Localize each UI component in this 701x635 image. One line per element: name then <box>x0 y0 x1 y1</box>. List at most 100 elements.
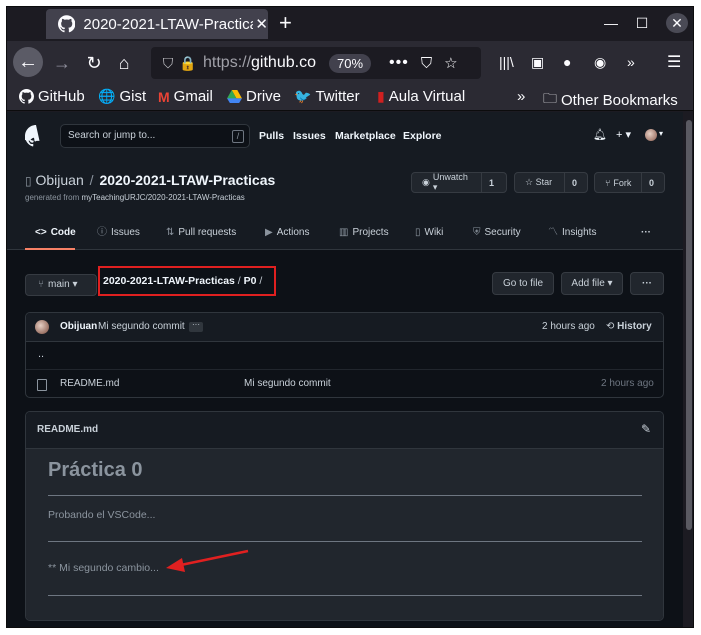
url-bar[interactable]: ⛉ 🔒 https://github.co 70% ••• ⛉ ☆ <box>151 47 481 79</box>
page-scrollbar[interactable] <box>683 112 693 627</box>
template-repo-link[interactable]: myTeachingURJC/2020-2021-LTAW-Practicas <box>81 193 244 202</box>
account-icon[interactable]: ● <box>563 54 571 70</box>
other-bookmarks[interactable]: 🗀 Other Bookmarks <box>543 88 678 112</box>
url-text[interactable]: https://github.co <box>203 54 325 72</box>
branch-selector[interactable]: ⑂ main ▾ <box>25 274 97 296</box>
tab-security[interactable]: ⛨ Security <box>473 222 521 250</box>
bookmark-drive[interactable]: Drive <box>227 88 281 105</box>
play-icon: ▶ <box>265 227 273 238</box>
tab-issues[interactable]: ⓘ Issues <box>97 222 140 250</box>
divider <box>48 595 642 596</box>
add-file-button[interactable]: Add file ▾ <box>561 272 623 295</box>
history-link[interactable]: ⟲ History <box>606 321 652 332</box>
lock-icon[interactable]: 🔒 <box>179 55 197 72</box>
url-protocol: https:// <box>203 54 252 71</box>
github-icon <box>19 89 34 104</box>
go-to-file-button[interactable]: Go to file <box>492 272 554 295</box>
minimize-button[interactable]: — <box>600 13 622 33</box>
bookmark-twitter[interactable]: 🐦 Twitter <box>294 88 360 105</box>
home-button[interactable]: ⌂ <box>111 50 137 76</box>
star-button[interactable]: ☆ Star 0 <box>514 172 588 193</box>
repository-tabs: <> Code ⓘ Issues ⇅ Pull requests ▶ Actions ▥… <box>7 222 683 250</box>
nav-issues[interactable]: Issues <box>293 130 326 142</box>
nav-explore[interactable]: Explore <box>403 130 442 142</box>
close-window-button[interactable]: ✕ <box>666 13 688 33</box>
tab-close-icon[interactable]: ✕ <box>255 15 268 33</box>
new-tab-button[interactable]: + <box>279 9 292 37</box>
reload-button[interactable]: ↻ <box>81 50 107 76</box>
tab-actions[interactable]: ▶ Actions <box>265 222 310 250</box>
hamburger-menu-icon[interactable]: ☰ <box>667 52 681 72</box>
divider <box>48 541 642 542</box>
github-logo-icon[interactable] <box>25 125 47 147</box>
tab-insights[interactable]: 〽 Insights <box>548 222 596 250</box>
file-name-link[interactable]: README.md <box>60 378 119 389</box>
tab-code[interactable]: <> Code <box>25 222 76 250</box>
bookmark-github[interactable]: GitHub <box>19 88 85 105</box>
unwatch-button[interactable]: ◉ Unwatch ▾ 1 <box>411 172 507 193</box>
github-icon <box>58 15 76 33</box>
navigation-toolbar: ← → ↻ ⌂ ⛉ 🔒 https://github.co 70% ••• ⛉ … <box>7 41 693 85</box>
readme-header: README.md ✎ <box>26 412 663 449</box>
browser-tab[interactable]: 2020-2021-LTAW-Practicas ✕ <box>46 9 268 39</box>
file-commit-message-link[interactable]: Mi segundo commit <box>244 378 331 389</box>
readme-paragraph: ** Mi segundo cambio... <box>48 562 159 574</box>
scrollbar-thumb[interactable] <box>686 120 692 530</box>
tab-projects[interactable]: ▥ Projects <box>339 222 389 250</box>
shield-icon[interactable]: ⛉ <box>159 55 177 72</box>
readme-body: Práctica 0 Probando el VSCode... ** Mi s… <box>26 449 663 620</box>
table-row[interactable]: README.md Mi segundo commit 2 hours ago <box>26 370 663 397</box>
shield-icon: ⛨ <box>473 227 481 238</box>
tab-wiki[interactable]: ▯ Wiki <box>415 222 443 250</box>
overflow-menu-icon[interactable]: » <box>627 54 635 70</box>
page-actions-menu[interactable]: ••• <box>389 54 409 72</box>
edit-pencil-icon[interactable]: ✎ <box>641 422 651 436</box>
bookmark-label: Drive <box>246 88 282 105</box>
bookmarks-overflow-button[interactable]: » <box>517 88 525 105</box>
annotation-arrow-icon <box>166 549 249 572</box>
star-label: ☆ Star <box>515 173 565 192</box>
bookmark-gist[interactable]: 🌐 Gist <box>98 88 146 105</box>
commit-expand-button[interactable]: ··· <box>189 321 203 332</box>
url-host: github.co <box>251 54 316 71</box>
commit-message-link[interactable]: Mi segundo commit <box>98 321 185 332</box>
avatar-chevron-down-icon[interactable]: ▾ <box>659 129 663 138</box>
avatar[interactable] <box>35 320 49 334</box>
tab-pull-requests[interactable]: ⇅ Pull requests <box>166 222 236 250</box>
sidebar-icon[interactable]: ▣ <box>531 54 544 71</box>
bookmark-star-icon[interactable]: ☆ <box>444 54 457 72</box>
tabs-more-button[interactable]: ··· <box>641 222 651 250</box>
tab-title: 2020-2021-LTAW-Practicas <box>83 15 254 33</box>
github-search-input[interactable]: Search or jump to... / <box>60 124 250 148</box>
bookmark-gmail[interactable]: M Gmail <box>158 88 213 105</box>
forward-button[interactable]: → <box>49 50 75 76</box>
notifications-bell-icon[interactable]: 🔔︎ <box>593 128 607 141</box>
unwatch-text: Unwatch ▾ <box>432 172 468 192</box>
readme-heading: Práctica 0 <box>48 459 143 481</box>
file-icon <box>37 379 47 391</box>
book-icon: ▯ <box>415 227 421 238</box>
more-options-button[interactable]: ··· <box>630 272 664 295</box>
graph-icon: 〽 <box>548 227 558 238</box>
maximize-button[interactable]: ☐ <box>631 13 653 33</box>
repo-owner-link[interactable]: Obijuan <box>36 172 84 188</box>
user-avatar[interactable] <box>645 129 657 141</box>
issue-icon: ⓘ <box>97 227 107 238</box>
nav-marketplace[interactable]: Marketplace <box>335 130 396 142</box>
breadcrumb-repo-link[interactable]: 2020-2021-LTAW-Practicas <box>103 275 235 287</box>
repo-icon: ▯ <box>25 174 32 188</box>
pocket-icon[interactable]: ⛉ <box>421 55 432 72</box>
fork-button[interactable]: ⑂ Fork 0 <box>594 172 665 193</box>
parent-directory-link[interactable]: .. <box>26 342 663 370</box>
nav-pulls[interactable]: Pulls <box>259 130 284 142</box>
bookmark-label: GitHub <box>38 88 85 105</box>
repo-name-link[interactable]: 2020-2021-LTAW-Practicas <box>99 172 275 188</box>
library-icon[interactable]: |||\ <box>499 54 514 70</box>
bookmark-aula-virtual[interactable]: ▮ Aula Virtual <box>377 88 465 105</box>
create-new-menu[interactable]: + ▾ <box>616 128 631 141</box>
readme-title: README.md <box>37 424 99 435</box>
commit-author-link[interactable]: Obijuan <box>60 321 97 332</box>
github-extension-icon[interactable]: ◉ <box>594 54 606 71</box>
back-button[interactable]: ← <box>13 47 43 77</box>
zoom-indicator[interactable]: 70% <box>329 53 372 73</box>
